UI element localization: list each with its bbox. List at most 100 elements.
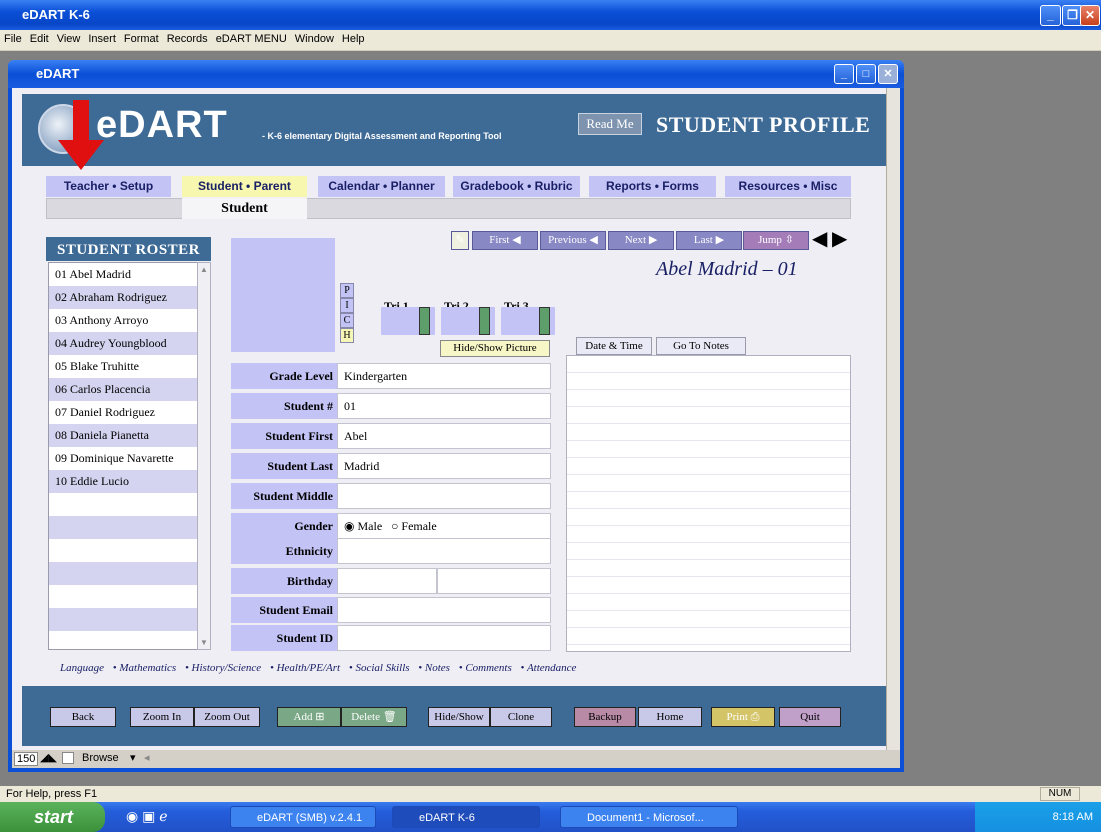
add-button[interactable]: Add ⊞ (277, 707, 341, 727)
link-health-pe-art[interactable]: Health/PE/Art (277, 662, 341, 674)
roster-item[interactable]: 09 Dominique Navarette (49, 447, 197, 470)
roster-item[interactable]: 07 Daniel Rodriguez (49, 401, 197, 424)
roster-item-empty[interactable] (49, 562, 197, 585)
menu-insert[interactable]: Insert (84, 30, 120, 45)
roster-item[interactable]: 04 Audrey Youngblood (49, 332, 197, 355)
link-notes[interactable]: Notes (425, 662, 450, 674)
roster-item-empty[interactable] (49, 516, 197, 539)
grade-level-field[interactable]: Kindergarten (337, 363, 551, 389)
clone-button[interactable]: Clone (490, 707, 552, 727)
menu-records[interactable]: Records (163, 30, 212, 45)
birthday-field[interactable] (337, 568, 437, 594)
go-to-notes-button[interactable]: Go To Notes (656, 337, 746, 355)
task-document1[interactable]: Document1 - Microsof... (560, 806, 738, 828)
roster-item[interactable]: 06 Carlos Placencia (49, 378, 197, 401)
edit-pencil-icon[interactable]: ✎ (451, 231, 469, 250)
read-me-button[interactable]: Read Me (578, 113, 642, 135)
home-button[interactable]: Home (638, 707, 702, 727)
tri2-toggle[interactable] (479, 307, 490, 335)
student-picture[interactable] (231, 238, 335, 352)
roster-item[interactable]: 05 Blake Truhitte (49, 355, 197, 378)
student-first-field[interactable]: Abel (337, 423, 551, 449)
pic-letter-h[interactable]: H (340, 328, 354, 343)
link-comments[interactable]: Comments (465, 662, 511, 674)
menu-help[interactable]: Help (338, 30, 369, 45)
link-attendance[interactable]: Attendance (527, 662, 576, 674)
previous-record-button[interactable]: Previous ◀ (540, 231, 606, 250)
task-edart-smb[interactable]: eDART (SMB) v.2.4.1 (230, 806, 376, 828)
jump-button[interactable]: Jump ⇳ (743, 231, 809, 250)
close-icon[interactable]: ✕ (1080, 5, 1100, 26)
menu-file[interactable]: File (0, 30, 26, 45)
notes-list[interactable] (566, 355, 851, 652)
tab-teacher-setup[interactable]: Teacher • Setup (46, 176, 171, 197)
student-number-field[interactable]: 01 (337, 393, 551, 419)
mode-dropdown-icon[interactable]: ▾ (130, 751, 136, 764)
scroll-down-icon[interactable]: ▼ (200, 638, 208, 647)
subtab-student[interactable]: Student (182, 198, 307, 219)
roster-item-empty[interactable] (49, 539, 197, 562)
student-middle-field[interactable] (337, 483, 551, 509)
roster-item[interactable]: 03 Anthony Arroyo (49, 309, 197, 332)
scroll-up-icon[interactable]: ▲ (200, 265, 208, 274)
menu-edart[interactable]: eDART MENU (212, 30, 291, 45)
back-triangle-icon[interactable]: ◀ (812, 229, 827, 249)
quit-button[interactable]: Quit (779, 707, 841, 727)
gender-male-radio[interactable]: ◉ (344, 519, 354, 533)
roster-item[interactable]: 10 Eddie Lucio (49, 470, 197, 493)
tab-student-parent[interactable]: Student • Parent (182, 176, 307, 197)
start-button[interactable]: start (0, 802, 105, 832)
doc-minimize-icon[interactable]: _ (834, 64, 854, 84)
birthday-age-field[interactable] (437, 568, 551, 594)
forward-triangle-icon[interactable]: ▶ (832, 229, 847, 249)
menu-edit[interactable]: Edit (26, 30, 53, 45)
roster-item-empty[interactable] (49, 608, 197, 631)
roster-item[interactable]: 02 Abraham Rodriguez (49, 286, 197, 309)
quick-launch-icons[interactable]: ◉ ▣ ℯ (126, 808, 168, 825)
scroll-left-icon[interactable]: ◂ (144, 751, 150, 764)
tab-calendar-planner[interactable]: Calendar • Planner (318, 176, 445, 197)
zoom-in-button[interactable]: Zoom In (130, 707, 194, 727)
tab-gradebook-rubric[interactable]: Gradebook • Rubric (453, 176, 580, 197)
hide-show-button[interactable]: Hide/Show (428, 707, 490, 727)
roster-item-empty[interactable] (49, 631, 197, 654)
doc-maximize-icon[interactable]: □ (856, 64, 876, 84)
delete-button[interactable]: Delete 🗑 (341, 707, 407, 727)
task-edart-k6[interactable]: eDART K-6 (392, 806, 540, 828)
roster-scrollbar[interactable]: ▲ ▼ (197, 262, 211, 650)
first-record-button[interactable]: First ◀ (472, 231, 538, 250)
roster-item-empty[interactable] (49, 493, 197, 516)
layout-toggle-icon[interactable] (62, 752, 74, 764)
date-time-button[interactable]: Date & Time (576, 337, 652, 355)
print-button[interactable]: Print ⎙ (711, 707, 775, 727)
link-language[interactable]: Language (60, 662, 104, 674)
tri1-toggle[interactable] (419, 307, 430, 335)
zoom-arrows-icon[interactable]: ◢◣ (40, 751, 57, 764)
student-email-field[interactable] (337, 597, 551, 623)
next-record-button[interactable]: Next ▶ (608, 231, 674, 250)
roster-item-empty[interactable] (49, 585, 197, 608)
gender-female-radio[interactable]: ○ (391, 519, 398, 533)
tab-reports-forms[interactable]: Reports • Forms (589, 176, 716, 197)
roster-item[interactable]: 01 Abel Madrid (49, 263, 197, 286)
student-id-field[interactable] (337, 625, 551, 651)
roster-item[interactable]: 08 Daniela Pianetta (49, 424, 197, 447)
backup-button[interactable]: Backup (574, 707, 636, 727)
zoom-out-button[interactable]: Zoom Out (194, 707, 260, 727)
tab-resources-misc[interactable]: Resources • Misc (725, 176, 851, 197)
ethnicity-field[interactable] (337, 538, 551, 564)
zoom-level[interactable]: 150 (14, 752, 39, 766)
link-social-skills[interactable]: Social Skills (355, 662, 409, 674)
document-vertical-scrollbar[interactable] (886, 88, 900, 750)
last-record-button[interactable]: Last ▶ (676, 231, 742, 250)
link-history-science[interactable]: History/Science (192, 662, 262, 674)
tri3-toggle[interactable] (539, 307, 550, 335)
doc-close-icon[interactable]: ✕ (878, 64, 898, 84)
menu-view[interactable]: View (53, 30, 85, 45)
menu-format[interactable]: Format (120, 30, 163, 45)
student-last-field[interactable]: Madrid (337, 453, 551, 479)
back-button[interactable]: Back (50, 707, 116, 727)
minimize-icon[interactable]: _ (1040, 5, 1061, 26)
link-mathematics[interactable]: Mathematics (119, 662, 176, 674)
menu-window[interactable]: Window (291, 30, 338, 45)
